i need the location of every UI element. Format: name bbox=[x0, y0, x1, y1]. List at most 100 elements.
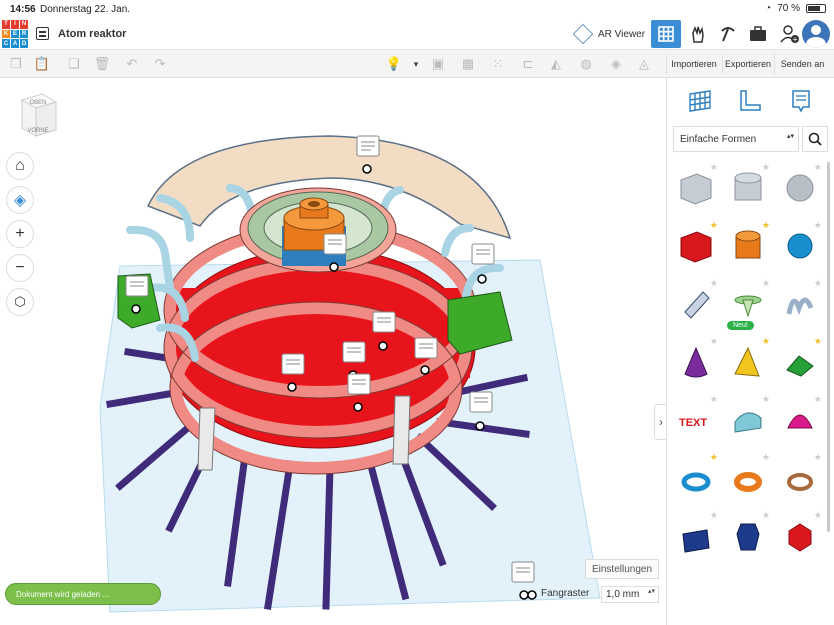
tube-shape[interactable]: ★ bbox=[725, 452, 771, 504]
duplicate-icon[interactable]: ❏ bbox=[66, 56, 82, 72]
star-icon[interactable]: ★ bbox=[710, 336, 718, 346]
cone-shape[interactable]: ★ bbox=[673, 336, 719, 388]
align-icon[interactable]: ⁙ bbox=[490, 56, 506, 72]
star-icon[interactable]: ★ bbox=[710, 220, 718, 230]
svg-text:+: + bbox=[792, 36, 798, 44]
workplane-grid-icon[interactable] bbox=[687, 88, 713, 114]
reactor-model-scene[interactable] bbox=[0, 78, 666, 625]
scribble-shape[interactable]: ★ bbox=[673, 278, 719, 330]
hand-icon bbox=[692, 25, 704, 43]
chevron-right-icon: › bbox=[659, 415, 663, 429]
status-bar: 14:56 Donnerstag 22. Jan. ◔ 70 % bbox=[0, 0, 834, 18]
pyramid-shape[interactable]: ★ bbox=[725, 336, 771, 388]
snap-grid-select[interactable]: 1,0 mm bbox=[601, 586, 659, 603]
sphere-shape[interactable]: ★ bbox=[777, 220, 823, 272]
icosahedron-shape[interactable]: ★ bbox=[777, 510, 823, 562]
paste-icon[interactable]: 📋 bbox=[34, 56, 50, 72]
import-button[interactable]: Importieren bbox=[666, 54, 721, 74]
shape-search-button[interactable] bbox=[802, 126, 828, 152]
document-list-icon[interactable] bbox=[36, 27, 49, 40]
lightbulb-icon[interactable]: 💡 bbox=[386, 56, 402, 72]
document-title[interactable]: Atom reaktor bbox=[58, 28, 126, 40]
ar-viewer-label: AR Viewer bbox=[598, 28, 646, 40]
star-icon[interactable]: ★ bbox=[814, 452, 822, 462]
panel-scrollbar[interactable] bbox=[827, 162, 830, 532]
minecraft-tools-button[interactable] bbox=[713, 20, 743, 48]
tinkercad-logo[interactable]: T I N K E R C A D bbox=[2, 20, 28, 48]
star-icon[interactable]: ★ bbox=[814, 162, 822, 172]
star-icon[interactable]: ★ bbox=[814, 220, 822, 230]
redo-icon[interactable]: ↷ bbox=[152, 56, 168, 72]
mirror-icon[interactable]: ◭ bbox=[548, 56, 564, 72]
half-cylinder-shape[interactable]: ★ bbox=[725, 394, 771, 446]
star-icon[interactable]: ★ bbox=[710, 452, 718, 462]
export-button[interactable]: Exportieren bbox=[722, 54, 773, 74]
battery-icon bbox=[806, 4, 826, 13]
wave-shape[interactable]: ★ bbox=[777, 278, 823, 330]
star-icon[interactable]: ★ bbox=[814, 394, 822, 404]
trash-icon[interactable]: 🗑 bbox=[94, 56, 111, 72]
user-avatar[interactable] bbox=[802, 20, 830, 48]
roof-shape[interactable]: ★ bbox=[777, 336, 823, 388]
star-icon[interactable]: ★ bbox=[710, 394, 718, 404]
person-plus-icon: + bbox=[780, 25, 799, 44]
cylinder-hole-shape[interactable]: ★ bbox=[725, 162, 771, 214]
star-icon[interactable]: ★ bbox=[762, 452, 770, 462]
codeblocks-button[interactable] bbox=[683, 20, 713, 48]
ruler-icon[interactable] bbox=[737, 88, 763, 114]
pickaxe-icon bbox=[721, 27, 735, 42]
undo-icon[interactable]: ↶ bbox=[124, 56, 140, 72]
ungroup-icon[interactable]: ▦ bbox=[460, 56, 476, 72]
panel-toggle-button[interactable]: › bbox=[654, 404, 666, 440]
box-hole-shape[interactable]: ★ bbox=[673, 162, 719, 214]
notes-icon[interactable] bbox=[788, 88, 814, 114]
polygon-shape[interactable]: ★ bbox=[725, 510, 771, 562]
copy-icon[interactable]: ❐ bbox=[8, 56, 24, 72]
wedge-shape[interactable]: ★ bbox=[673, 510, 719, 562]
star-icon[interactable]: ★ bbox=[762, 162, 770, 172]
ar-cube-icon bbox=[572, 23, 594, 45]
star-icon[interactable]: ★ bbox=[814, 278, 822, 288]
add-user-button[interactable]: + bbox=[774, 20, 804, 48]
star-icon[interactable]: ★ bbox=[762, 336, 770, 346]
chevron-down-icon[interactable]: ▾ bbox=[408, 56, 424, 72]
cylinder-shape[interactable]: ★ bbox=[725, 220, 771, 272]
briefcase-icon bbox=[750, 26, 766, 41]
star-icon[interactable]: ★ bbox=[710, 510, 718, 520]
star-icon[interactable]: ★ bbox=[814, 510, 822, 520]
shape-category-select[interactable]: Einfache Formen bbox=[673, 126, 799, 152]
new-shape[interactable]: ★ Neu! bbox=[725, 278, 771, 330]
star-icon[interactable]: ★ bbox=[814, 336, 822, 346]
star-icon[interactable]: ★ bbox=[762, 394, 770, 404]
logo-letter: K bbox=[2, 29, 10, 39]
star-icon[interactable]: ★ bbox=[762, 278, 770, 288]
cruise-icon[interactable]: ◍ bbox=[578, 56, 594, 72]
send-to-button[interactable]: Senden an bbox=[774, 54, 830, 74]
status-date: Donnerstag 22. Jan. bbox=[40, 4, 131, 15]
text-shape[interactable]: TEXT ★ bbox=[673, 394, 719, 446]
loading-progress-bar: Dokument wird geladen ... bbox=[5, 583, 161, 605]
star-icon[interactable]: ★ bbox=[762, 220, 770, 230]
align-left-icon[interactable]: ⊏ bbox=[520, 56, 536, 72]
ruler-icon[interactable]: ◬ bbox=[636, 56, 652, 72]
torus-shape[interactable]: ★ bbox=[673, 452, 719, 504]
star-icon[interactable]: ★ bbox=[710, 162, 718, 172]
settings-button[interactable]: Einstellungen bbox=[585, 559, 659, 579]
lessons-button[interactable] bbox=[743, 20, 773, 48]
3d-design-view-button[interactable] bbox=[651, 20, 681, 48]
star-icon[interactable]: ★ bbox=[710, 278, 718, 288]
panel-tools bbox=[667, 78, 834, 124]
star-icon[interactable]: ★ bbox=[762, 510, 770, 520]
logo-letter: E bbox=[11, 29, 19, 39]
logo-letter: N bbox=[20, 20, 28, 29]
group-icon[interactable]: ▣ bbox=[430, 56, 446, 72]
ar-viewer-button[interactable]: AR Viewer bbox=[572, 22, 646, 46]
ring-shape[interactable]: ★ bbox=[777, 452, 823, 504]
status-indicators: ◔ 70 % bbox=[765, 3, 826, 14]
workplane-canvas[interactable]: OBEN VORNE ⌂ ◈ + − ⬡ › bbox=[0, 78, 666, 625]
search-icon bbox=[808, 132, 822, 146]
box-shape[interactable]: ★ bbox=[673, 220, 719, 272]
note-icon[interactable]: ◈ bbox=[608, 56, 624, 72]
half-sphere-shape[interactable]: ★ bbox=[777, 394, 823, 446]
sphere-hole-shape[interactable]: ★ bbox=[777, 162, 823, 214]
